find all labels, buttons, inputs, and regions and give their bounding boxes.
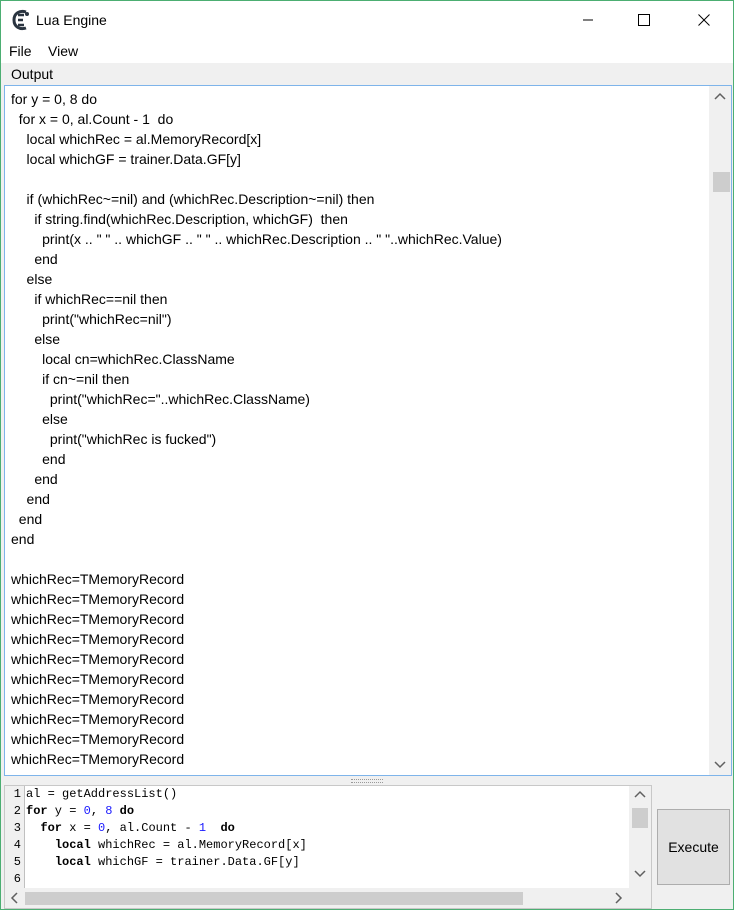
line-number: 6 bbox=[13, 872, 21, 886]
output-label: Output bbox=[11, 66, 54, 82]
code-token: local bbox=[54, 838, 91, 852]
scroll-up-icon[interactable] bbox=[714, 92, 726, 100]
code-token: for bbox=[40, 821, 63, 835]
scroll-down-icon[interactable] bbox=[634, 870, 646, 878]
title-bar[interactable]: Lua Engine bbox=[1, 1, 733, 39]
code-area[interactable]: al = getAddressList() for y = 0, 8 do for… bbox=[26, 786, 307, 888]
editor-horizontal-scrollbar[interactable] bbox=[5, 888, 651, 908]
line-number-gutter: 1 2 3 4 5 6 bbox=[5, 786, 25, 888]
code-token: whichGF = trainer.Data.GF[y] bbox=[90, 855, 300, 869]
line-number: 4 bbox=[13, 838, 21, 852]
minimize-icon bbox=[583, 19, 593, 21]
code-token: al = getAddressList() bbox=[26, 787, 178, 801]
close-icon bbox=[698, 14, 710, 26]
menu-view[interactable]: View bbox=[48, 43, 78, 59]
code-token: , bbox=[90, 804, 106, 818]
code-token: for bbox=[26, 804, 48, 818]
editor-vertical-scrollbar[interactable] bbox=[629, 786, 651, 888]
code-token: x = bbox=[62, 821, 99, 835]
editor-hscroll-thumb[interactable] bbox=[25, 892, 523, 905]
line-number: 3 bbox=[13, 821, 21, 835]
window-title: Lua Engine bbox=[36, 12, 107, 28]
code-line[interactable] bbox=[26, 871, 307, 888]
code-token: local bbox=[54, 855, 91, 869]
minimize-button[interactable] bbox=[565, 1, 611, 39]
code-token: whichRec = al.MemoryRecord[x] bbox=[90, 838, 307, 852]
editor-scroll-thumb[interactable] bbox=[632, 808, 648, 828]
code-token: , al.Count - bbox=[105, 821, 199, 835]
code-token: do bbox=[220, 821, 235, 835]
code-token: do bbox=[119, 804, 135, 818]
scroll-down-icon[interactable] bbox=[714, 761, 726, 769]
script-editor[interactable]: 1 2 3 4 5 6 al = getAddressList() for y = 0, 8… bbox=[4, 785, 652, 909]
code-token: 1 bbox=[198, 821, 207, 835]
output-text[interactable]: for y = 0, 8 do for x = 0, al.Count - 1 … bbox=[11, 89, 707, 769]
output-vertical-scrollbar[interactable] bbox=[709, 86, 731, 775]
scroll-left-icon[interactable] bbox=[10, 892, 18, 904]
cheat-engine-icon bbox=[12, 9, 29, 31]
code-token: y = bbox=[47, 804, 84, 818]
panel-splitter[interactable] bbox=[351, 779, 383, 783]
menu-bar: File View bbox=[1, 39, 733, 63]
menu-file[interactable]: File bbox=[9, 43, 32, 59]
code-token: 0 bbox=[83, 804, 91, 818]
code-line[interactable]: for y = 0, 8 do bbox=[26, 803, 307, 820]
code-line[interactable]: for x = 0, al.Count - 1 do bbox=[26, 820, 307, 837]
lua-engine-window: Lua Engine File View Output for y = 0, 8… bbox=[0, 0, 734, 910]
output-panel[interactable]: for y = 0, 8 do for x = 0, al.Count - 1 … bbox=[4, 85, 732, 776]
maximize-icon bbox=[638, 14, 650, 26]
execute-button[interactable]: Execute bbox=[657, 809, 730, 885]
maximize-button[interactable] bbox=[621, 1, 667, 39]
close-button[interactable] bbox=[681, 1, 727, 39]
line-number: 1 bbox=[13, 787, 21, 801]
line-number: 2 bbox=[13, 804, 21, 818]
code-line[interactable]: local whichGF = trainer.Data.GF[y] bbox=[26, 854, 307, 871]
scroll-right-icon[interactable] bbox=[615, 892, 623, 904]
scroll-up-icon[interactable] bbox=[634, 790, 646, 798]
line-number: 5 bbox=[13, 855, 21, 869]
output-scroll-thumb[interactable] bbox=[713, 172, 730, 192]
code-line[interactable]: al = getAddressList() bbox=[26, 786, 307, 803]
code-line[interactable]: local whichRec = al.MemoryRecord[x] bbox=[26, 837, 307, 854]
